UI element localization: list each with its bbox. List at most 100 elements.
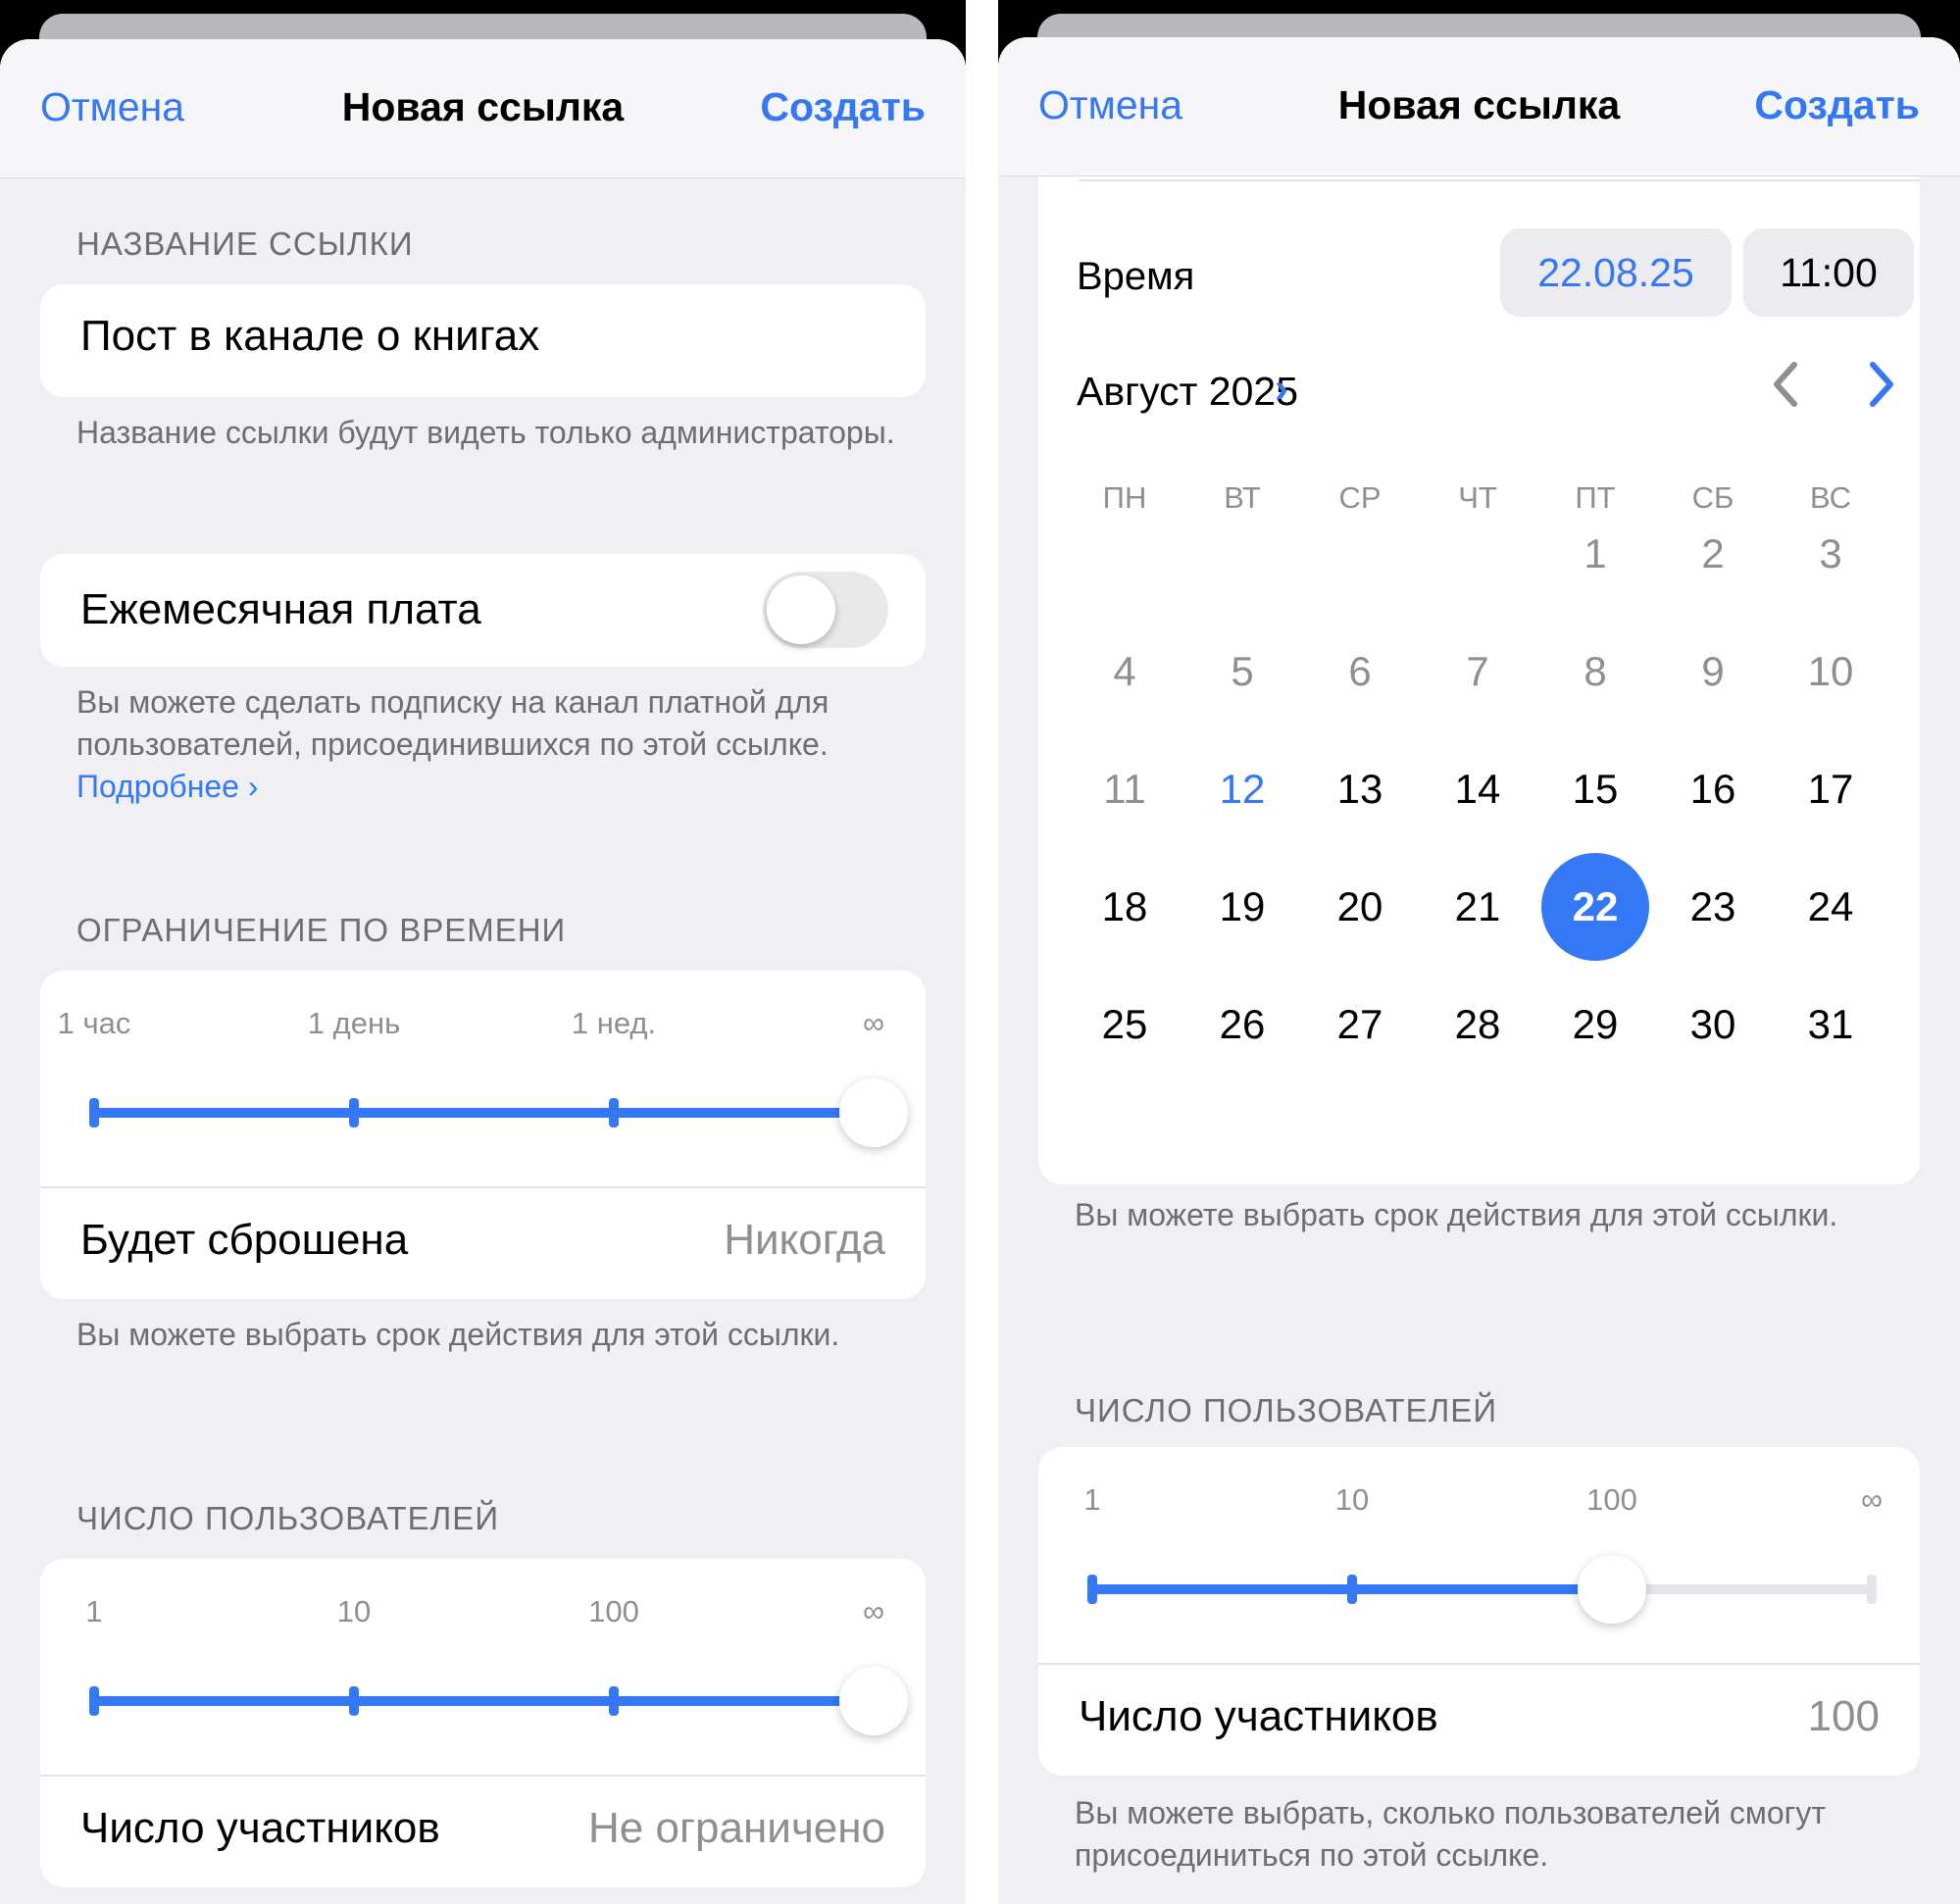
monthly-fee-toggle[interactable] (763, 572, 888, 648)
users-slider-knob[interactable] (839, 1667, 908, 1735)
time-pill[interactable]: 11:00 (1743, 228, 1914, 317)
new-link-sheet: Отмена Новая ссылка Создать Время 22.08.… (998, 37, 1960, 1904)
chevron-right-icon[interactable]: › (1275, 365, 1288, 412)
time-slider-knob[interactable] (839, 1078, 908, 1147)
link-name-input[interactable]: Пост в канале о книгах (80, 312, 539, 361)
time-slider-tick (609, 1098, 619, 1127)
time-slider-tick-label: 1 день (307, 1006, 401, 1040)
panel-divider (966, 0, 998, 1904)
divider (1079, 179, 1920, 181)
user-limit-header: ЧИСЛО ПОЛЬЗОВАТЕЛЕЙ (76, 1500, 500, 1536)
calendar-day[interactable]: 17 (1777, 735, 1885, 843)
calendar-day[interactable]: 30 (1659, 971, 1767, 1078)
calendar-day[interactable]: 19 (1188, 853, 1296, 961)
time-slider-tick-label: ∞ (862, 1006, 885, 1040)
calendar-day: 1 (1583, 530, 1607, 576)
link-name-header: НАЗВАНИЕ ССЫЛКИ (76, 225, 414, 262)
right-screen: Отмена Новая ссылка Создать Время 22.08.… (998, 0, 1960, 1904)
calendar-day[interactable]: 14 (1424, 735, 1532, 843)
time-slider-tick-label: 1 нед. (571, 1006, 657, 1040)
monthly-fee-card: Ежемесячная плата (40, 554, 926, 667)
reset-label: Будет сброшена (80, 1216, 409, 1264)
time-limit-header: ОГРАНИЧЕНИЕ ПО ВРЕМЕНИ (76, 912, 567, 948)
weekday-label: СР (1338, 480, 1382, 515)
users-slider-tick-label: ∞ (1860, 1482, 1884, 1517)
calendar-day[interactable]: 28 (1424, 971, 1532, 1078)
calendar-day: 4 (1113, 648, 1136, 694)
calendar-day: 5 (1231, 648, 1254, 694)
month-label[interactable]: Август 2025 (1077, 369, 1298, 415)
nav-bar: Отмена Новая ссылка Создать (998, 37, 1960, 176)
monthly-fee-footnote: Вы можете сделать подписку на канал плат… (76, 681, 907, 808)
users-slider-tick-label: 100 (1586, 1482, 1637, 1517)
link-name-footnote: Название ссылки будут видеть только адми… (76, 415, 895, 450)
calendar-day: 3 (1819, 530, 1842, 576)
more-link[interactable]: Подробнее › (76, 769, 259, 804)
calendar-day[interactable]: 12 (1188, 735, 1296, 843)
time-limit-card: 1 час 1 день 1 нед. ∞ Будет сброшена Никогд… (40, 971, 926, 1299)
divider (40, 1186, 926, 1188)
calendar-day[interactable]: 18 (1071, 853, 1179, 961)
new-link-sheet: Отмена Новая ссылка Создать НАЗВАНИЕ ССЫ… (0, 39, 966, 1904)
calendar-day[interactable]: 15 (1541, 735, 1649, 843)
members-label: Число участников (1079, 1692, 1438, 1740)
users-slider-tick (609, 1686, 619, 1716)
weekday-label: ВТ (1224, 480, 1261, 515)
link-name-card: Пост в канале о книгах (40, 284, 926, 397)
calendar-day[interactable]: 26 (1188, 971, 1296, 1078)
members-value: 100 (1807, 1692, 1880, 1740)
users-slider-tick (1087, 1575, 1097, 1604)
calendar-day-selected[interactable]: 22 (1541, 853, 1649, 961)
time-label: Время (1077, 255, 1195, 298)
calendar-day[interactable]: 13 (1306, 735, 1414, 843)
create-button[interactable]: Создать (1754, 82, 1920, 128)
calendar-day[interactable]: 20 (1306, 853, 1414, 961)
calendar-day[interactable]: 23 (1659, 853, 1767, 961)
reset-value: Никогда (724, 1216, 885, 1264)
divider (1038, 1663, 1920, 1665)
user-limit-header: ЧИСЛО ПОЛЬЗОВАТЕЛЕЙ (1075, 1392, 1498, 1428)
users-slider-tick (1347, 1575, 1357, 1604)
monthly-fee-footnote-text: Вы можете сделать подписку на канал плат… (76, 684, 829, 762)
left-screen: Отмена Новая ссылка Создать НАЗВАНИЕ ССЫ… (0, 0, 966, 1904)
members-label: Число участников (80, 1804, 440, 1852)
nav-bar: Отмена Новая ссылка Создать (0, 39, 966, 178)
user-limit-footnote: Вы можете выбрать, сколько пользователей… (1075, 1795, 1826, 1873)
users-slider-track-fill (94, 1696, 874, 1706)
date-pill[interactable]: 22.08.25 (1500, 228, 1732, 317)
users-slider-tick-label: 1 (85, 1594, 103, 1628)
time-limit-footnote: Вы можете выбрать срок действия для этой… (76, 1317, 840, 1352)
toggle-knob (767, 576, 835, 644)
calendar-day: 11 (1103, 766, 1146, 812)
chevron-right-icon[interactable] (1863, 357, 1902, 421)
calendar-day: 6 (1348, 648, 1372, 694)
calendar-day[interactable]: 27 (1306, 971, 1414, 1078)
time-limit-slider[interactable]: 1 час 1 день 1 нед. ∞ (40, 971, 926, 1186)
calendar-day: 7 (1466, 648, 1489, 694)
user-limit-card: 1 10 100 ∞ Число участников 100 (1038, 1447, 1920, 1776)
weekday-label: ЧТ (1458, 480, 1497, 515)
calendar-day[interactable]: 29 (1541, 971, 1649, 1078)
calendar-day[interactable]: 25 (1071, 971, 1179, 1078)
chevron-left-icon[interactable] (1765, 357, 1804, 421)
calendar-day[interactable]: 31 (1777, 971, 1885, 1078)
users-slider-tick-label: 10 (336, 1594, 372, 1628)
calendar-day[interactable]: 16 (1659, 735, 1767, 843)
calendar-day[interactable]: 24 (1777, 853, 1885, 961)
create-button[interactable]: Создать (760, 84, 926, 130)
users-slider-tick (89, 1686, 99, 1716)
calendar-day[interactable]: 21 (1424, 853, 1532, 961)
weekday-label: ПН (1102, 480, 1147, 515)
user-limit-slider[interactable]: 1 10 100 ∞ (1038, 1447, 1920, 1663)
divider (40, 1775, 926, 1777)
calendar-day: 8 (1583, 648, 1607, 694)
time-slider-tick-label: 1 час (57, 1006, 131, 1040)
time-slider-tick (349, 1098, 359, 1127)
user-limit-card: 1 10 100 ∞ Число участников Не ограничено (40, 1559, 926, 1887)
calendar-day: 9 (1701, 648, 1725, 694)
users-slider-tick-label: 1 (1083, 1482, 1101, 1517)
users-slider-knob[interactable] (1578, 1555, 1646, 1624)
time-limit-footnote: Вы можете выбрать срок действия для этой… (1075, 1197, 1838, 1232)
users-slider-tick (349, 1686, 359, 1716)
user-limit-slider[interactable]: 1 10 100 ∞ (40, 1559, 926, 1775)
